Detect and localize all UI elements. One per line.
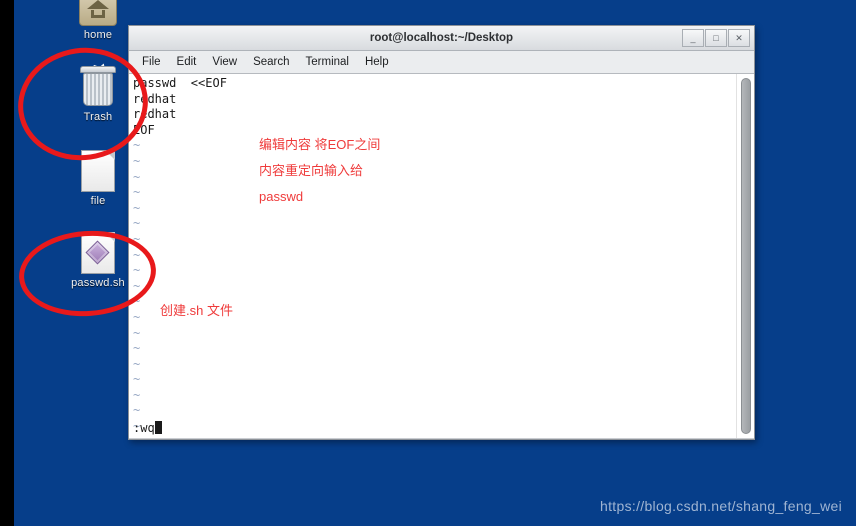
editor-line: passwd <<EOF: [133, 76, 227, 90]
editor-line: redhat: [133, 91, 177, 106]
editor-empty-line-marker: ~: [133, 419, 141, 434]
desktop-icon-home[interactable]: home: [60, 0, 136, 41]
editor-empty-line-marker: ~: [133, 278, 141, 293]
desktop-icon-home-label: home: [83, 29, 113, 41]
terminal-window[interactable]: root@localhost:~/Desktop _ □ ✕ File Edit…: [128, 25, 755, 440]
document-icon: [81, 150, 115, 192]
editor-empty-line-marker: ~: [133, 185, 141, 200]
watermark-url: https://blog.csdn.net/shang_feng_wei: [600, 498, 842, 514]
terminal-menubar: File Edit View Search Terminal Help: [129, 51, 754, 74]
annotation-heredoc-line-3: passwd: [259, 189, 304, 204]
editor-empty-line-marker: ~: [133, 387, 141, 402]
menu-item-search[interactable]: Search: [246, 54, 296, 70]
desktop-icon-file[interactable]: file: [60, 150, 136, 207]
desktop-icon-file-label: file: [90, 195, 106, 207]
vertical-scrollbar[interactable]: [736, 74, 754, 438]
desktop-icon-passwd-sh-label: passwd.sh: [71, 277, 125, 289]
editor-line: EOF: [133, 122, 155, 137]
vim-editor-area[interactable]: passwd <<EOF redhat redhat EOF ~ ~ ~ ~ ~ ~ ~ ~ ~…: [129, 74, 736, 438]
editor-empty-line-marker: ~: [133, 263, 141, 278]
editor-line: redhat: [133, 107, 177, 122]
close-button[interactable]: ✕: [728, 29, 750, 47]
desktop: home Trash file passwd.sh root@localhost…: [14, 0, 856, 526]
minimize-button[interactable]: _: [682, 29, 704, 47]
editor-empty-line-marker: ~: [133, 403, 141, 418]
editor-empty-line-marker: ~: [133, 153, 141, 168]
menu-item-help[interactable]: Help: [358, 54, 396, 70]
window-controls: _ □ ✕: [682, 29, 750, 47]
text-cursor: [154, 421, 162, 434]
menu-item-terminal[interactable]: Terminal: [299, 54, 356, 70]
editor-empty-line-marker: ~: [133, 341, 141, 356]
menu-item-file[interactable]: File: [135, 54, 168, 70]
home-folder-icon: [79, 0, 117, 26]
editor-empty-line-marker: ~: [133, 356, 141, 371]
maximize-button[interactable]: □: [705, 29, 727, 47]
desktop-icon-passwd-sh[interactable]: passwd.sh: [60, 232, 136, 289]
editor-empty-line-marker: ~: [133, 325, 141, 340]
trash-bin-icon: [78, 64, 118, 108]
editor-empty-lines: ~ ~ ~ ~ ~ ~ ~ ~ ~ ~ ~ ~ ~ ~ ~ ~ ~ ~ ~: [133, 138, 736, 434]
terminal-body[interactable]: passwd <<EOF redhat redhat EOF ~ ~ ~ ~ ~ ~ ~ ~ ~…: [129, 74, 754, 438]
editor-empty-line-marker: ~: [133, 231, 141, 246]
annotation-create-sh: 创建.sh 文件: [160, 298, 233, 324]
editor-empty-line-marker: ~: [133, 372, 141, 387]
vim-status-text: :wq: [133, 421, 155, 435]
vim-status-line: :wq: [133, 421, 162, 435]
terminal-titlebar[interactable]: root@localhost:~/Desktop _ □ ✕: [129, 26, 754, 51]
editor-empty-line-marker: ~: [133, 138, 141, 153]
script-document-icon: [81, 232, 115, 274]
scrollbar-thumb[interactable]: [741, 78, 751, 434]
terminal-title: root@localhost:~/Desktop: [369, 32, 514, 44]
annotation-create-sh-line-1: 创建.sh 文件: [160, 303, 233, 318]
desktop-icon-trash-label: Trash: [83, 111, 113, 123]
menu-item-edit[interactable]: Edit: [170, 54, 204, 70]
menu-item-view[interactable]: View: [205, 54, 244, 70]
annotation-heredoc-line-1: 编辑内容 将EOF之间: [259, 137, 381, 152]
editor-empty-line-marker: ~: [133, 216, 141, 231]
desktop-icon-trash[interactable]: Trash: [60, 64, 136, 123]
editor-empty-line-marker: ~: [133, 200, 141, 215]
annotation-heredoc-line-2: 内容重定向输入给: [259, 163, 364, 178]
editor-empty-line-marker: ~: [133, 247, 141, 262]
editor-empty-line-marker: ~: [133, 169, 141, 184]
annotation-heredoc: 编辑内容 将EOF之间 内容重定向输入给 passwd: [259, 132, 380, 210]
